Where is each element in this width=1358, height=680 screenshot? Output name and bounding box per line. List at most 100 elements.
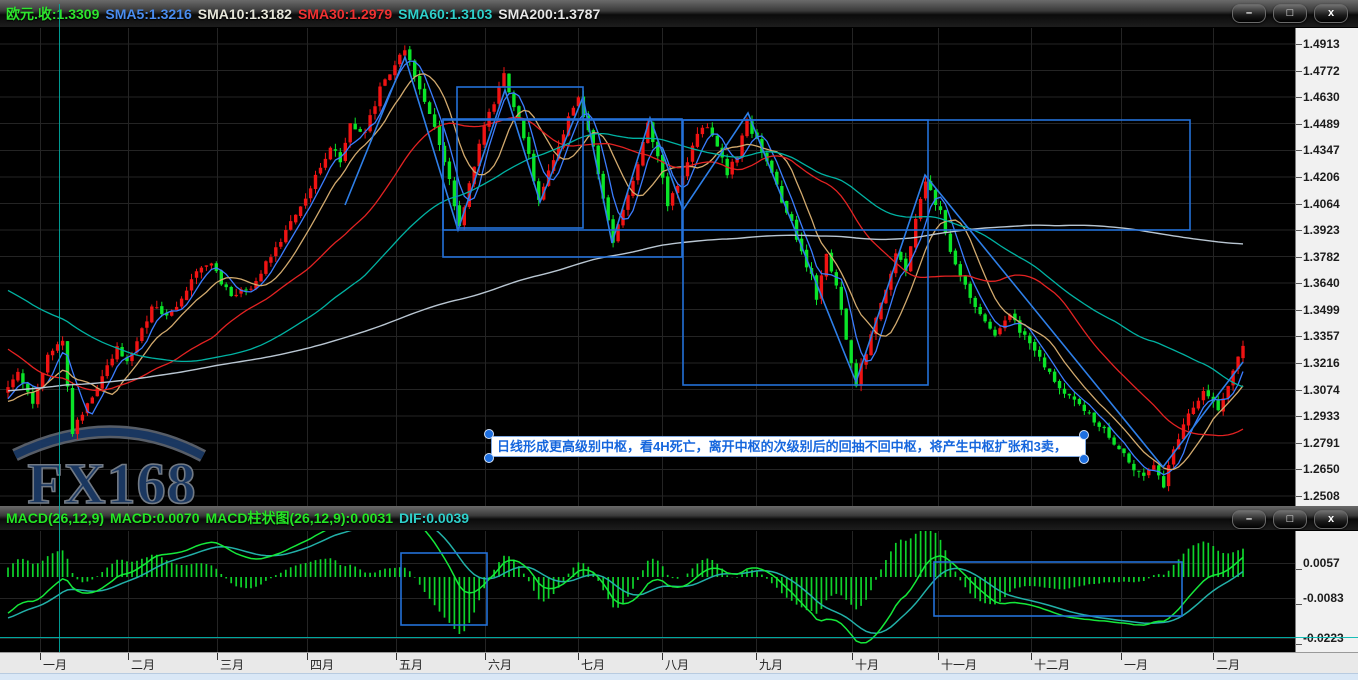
trading-app-window: 欧元.收:1.3309 SMA5:1.3216 SMA10:1.3182 SMA… bbox=[0, 0, 1358, 680]
price-tick-label: 1.4206 bbox=[1303, 169, 1340, 184]
window-bottom-edge bbox=[0, 673, 1358, 680]
price-tick-label: 1.4489 bbox=[1303, 116, 1340, 131]
macd-minimize-button[interactable]: – bbox=[1232, 510, 1266, 529]
pivot-zone-box bbox=[456, 86, 584, 229]
chan-zigzag-line bbox=[344, 54, 1244, 469]
fx168-watermark: FX168 bbox=[12, 425, 207, 506]
price-tick-label: 1.2650 bbox=[1303, 462, 1340, 477]
month-label: 四月 bbox=[310, 658, 335, 672]
price-tick-label: 1.3357 bbox=[1303, 329, 1340, 344]
price-tick-mark bbox=[1296, 123, 1302, 125]
time-axis: 一月 二月 三月 四月 五月 六月 七月 八月 九月 十月 十一月 十二月 一月… bbox=[0, 652, 1358, 674]
month-label: 五月 bbox=[399, 658, 424, 672]
price-tick-mark bbox=[1296, 416, 1302, 418]
sma30-indicator: SMA30:1.2979 bbox=[297, 5, 393, 22]
macd-dea-line bbox=[7, 531, 1244, 635]
symbol-close-indicator: 欧元.收:1.3309 bbox=[6, 5, 100, 22]
month-tick-mark bbox=[1031, 653, 1032, 660]
month-label: 二月 bbox=[131, 658, 156, 672]
macd-value-indicator: MACD:0.0070 bbox=[110, 510, 200, 526]
price-tick-mark bbox=[1296, 469, 1302, 471]
macd-histogram bbox=[7, 531, 1244, 634]
sma10-line bbox=[7, 73, 1244, 471]
crosshair-vertical-line bbox=[59, 4, 60, 652]
price-tick-mark bbox=[1296, 44, 1302, 45]
dif-value-indicator: DIF:0.0039 bbox=[399, 510, 470, 526]
month-label: 一月 bbox=[43, 658, 68, 672]
main-window-controls: – □ x bbox=[1232, 4, 1348, 23]
price-tick-label: 1.4064 bbox=[1303, 196, 1340, 211]
annotation-selection-handle[interactable] bbox=[1079, 454, 1089, 464]
month-tick-mark bbox=[128, 653, 129, 660]
month-tick-mark bbox=[938, 653, 939, 660]
sma60-indicator: SMA60:1.3103 bbox=[398, 5, 493, 22]
price-tick-label: 1.2508 bbox=[1303, 489, 1340, 503]
month-tick-mark bbox=[396, 653, 397, 660]
sma200-indicator: SMA200:1.3787 bbox=[498, 5, 601, 22]
price-tick-label: 1.2791 bbox=[1303, 435, 1340, 450]
macd-tick-mark bbox=[1296, 569, 1302, 570]
price-tick-mark bbox=[1296, 230, 1302, 232]
macd-axis: 0.0057 -0.0083 -0.0223 bbox=[1295, 531, 1358, 652]
maximize-button[interactable]: □ bbox=[1273, 4, 1307, 23]
month-tick-mark bbox=[1121, 653, 1122, 660]
price-tick-mark bbox=[1296, 256, 1302, 258]
month-tick-mark bbox=[1213, 653, 1214, 660]
price-tick-mark bbox=[1296, 70, 1302, 72]
price-tick-mark bbox=[1296, 176, 1302, 178]
price-tick-label: 1.3499 bbox=[1303, 302, 1340, 317]
sma10-indicator: SMA10:1.3182 bbox=[197, 5, 292, 22]
macd-maximize-button[interactable]: □ bbox=[1273, 510, 1307, 529]
month-label: 二月 bbox=[1216, 658, 1241, 672]
sma5-indicator: SMA5:1.3216 bbox=[105, 5, 192, 22]
macd-tick-mark bbox=[1296, 644, 1302, 645]
month-label: 七月 bbox=[581, 658, 606, 672]
macd-window-controls: – □ x bbox=[1232, 510, 1348, 529]
month-tick-mark bbox=[852, 653, 853, 660]
price-tick-label: 1.4347 bbox=[1303, 143, 1340, 158]
price-tick-label: 1.4772 bbox=[1303, 63, 1340, 78]
price-tick-mark bbox=[1296, 362, 1302, 364]
month-tick-mark bbox=[217, 653, 218, 660]
month-label: 十一月 bbox=[941, 658, 978, 672]
annotation-selection-handle[interactable] bbox=[1079, 430, 1089, 440]
month-tick-mark bbox=[40, 653, 41, 660]
price-tick-label: 1.3640 bbox=[1303, 276, 1340, 291]
month-label: 三月 bbox=[220, 658, 245, 672]
sma200-line bbox=[7, 224, 1244, 392]
month-tick-mark bbox=[756, 653, 757, 660]
month-label: 十二月 bbox=[1034, 658, 1071, 672]
month-tick-mark bbox=[578, 653, 579, 660]
month-label: 九月 bbox=[759, 658, 784, 672]
price-tick-mark bbox=[1296, 496, 1302, 497]
price-tick-mark bbox=[1296, 203, 1302, 205]
annotation-selection-handle[interactable] bbox=[484, 429, 494, 439]
price-tick-label: 1.3074 bbox=[1303, 382, 1340, 397]
price-tick-mark bbox=[1296, 309, 1302, 311]
macd-params-indicator: MACD(26,12,9) bbox=[6, 510, 105, 526]
price-tick-mark bbox=[1296, 283, 1302, 285]
pivot-zone-box bbox=[442, 119, 1191, 231]
macd-panel-titlebar: MACD(26,12,9) MACD:0.0070 MACD柱状图(26,12,… bbox=[0, 506, 1358, 531]
price-tick-mark bbox=[1296, 150, 1302, 152]
sma30-line bbox=[7, 116, 1244, 437]
price-tick-label: 1.4630 bbox=[1303, 90, 1340, 105]
price-and-macd-chart[interactable]: FX168 bbox=[0, 0, 1358, 680]
price-axis: 1.4913 1.4772 1.4630 1.4489 1.4347 1.420… bbox=[1295, 28, 1358, 506]
price-tick-label: 1.3782 bbox=[1303, 249, 1340, 264]
price-tick-mark bbox=[1296, 336, 1302, 338]
annotation-text-box[interactable]: 日线形成更高级别中枢，看4H死亡，离开中枢的次级别后的回抽不回中枢，将产生中枢扩… bbox=[491, 436, 1086, 457]
macd-tick-label: 0.0057 bbox=[1303, 556, 1340, 570]
crosshair-horizontal-line bbox=[0, 637, 1358, 638]
price-tick-label: 1.4913 bbox=[1303, 37, 1340, 51]
macd-zone-box bbox=[933, 561, 1183, 617]
minimize-button[interactable]: – bbox=[1232, 4, 1266, 23]
price-tick-mark bbox=[1296, 97, 1302, 99]
macd-close-button[interactable]: x bbox=[1314, 510, 1348, 529]
annotation-selection-handle[interactable] bbox=[484, 453, 494, 463]
month-label: 十月 bbox=[855, 658, 880, 672]
price-tick-label: 1.2933 bbox=[1303, 409, 1340, 424]
price-tick-mark bbox=[1296, 389, 1302, 391]
close-button[interactable]: x bbox=[1314, 4, 1348, 23]
macd-tick-mark bbox=[1296, 604, 1302, 605]
